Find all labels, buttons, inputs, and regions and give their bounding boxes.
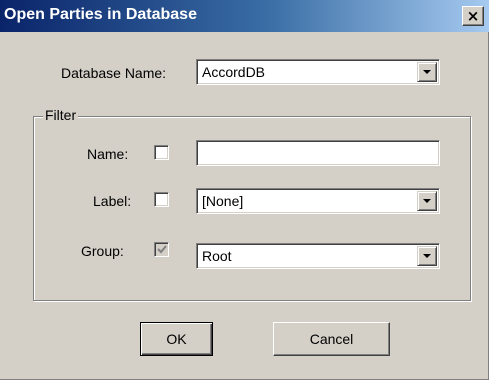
group-filter-dropdown[interactable]: Root [196, 243, 440, 269]
checkmark-icon [157, 245, 167, 254]
label-filter-checkbox[interactable] [154, 192, 169, 207]
filter-legend: Filter [43, 107, 79, 123]
name-filter-input[interactable] [196, 140, 440, 166]
group-label: Group: [81, 243, 124, 259]
group-dropdown-button[interactable] [417, 246, 437, 266]
name-label: Name: [87, 146, 129, 162]
name-filter-checkbox[interactable] [154, 145, 169, 160]
group-filter-checkbox[interactable] [154, 242, 169, 257]
open-parties-dialog: Open Parties in Database × Database Name… [0, 0, 489, 380]
label-filter-dropdown[interactable]: [None] [196, 188, 440, 214]
database-name-value: AccordDB [202, 64, 266, 80]
title-bar[interactable]: Open Parties in Database × [0, 0, 489, 32]
close-button[interactable]: × [462, 6, 484, 26]
cancel-button[interactable]: Cancel [273, 322, 390, 356]
label-label: Label: [93, 193, 132, 209]
chevron-down-icon [423, 199, 431, 203]
dialog-title: Open Parties in Database [4, 6, 197, 23]
close-icon: × [466, 6, 480, 25]
label-filter-value: [None] [202, 193, 244, 209]
database-name-label: Database Name: [61, 65, 167, 81]
ok-button[interactable]: OK [140, 322, 213, 356]
group-filter-value: Root [202, 248, 232, 264]
label-dropdown-button[interactable] [417, 191, 437, 211]
chevron-down-icon [423, 70, 431, 74]
database-dropdown-button[interactable] [417, 62, 437, 82]
database-name-dropdown[interactable]: AccordDB [196, 59, 440, 85]
chevron-down-icon [423, 254, 431, 258]
